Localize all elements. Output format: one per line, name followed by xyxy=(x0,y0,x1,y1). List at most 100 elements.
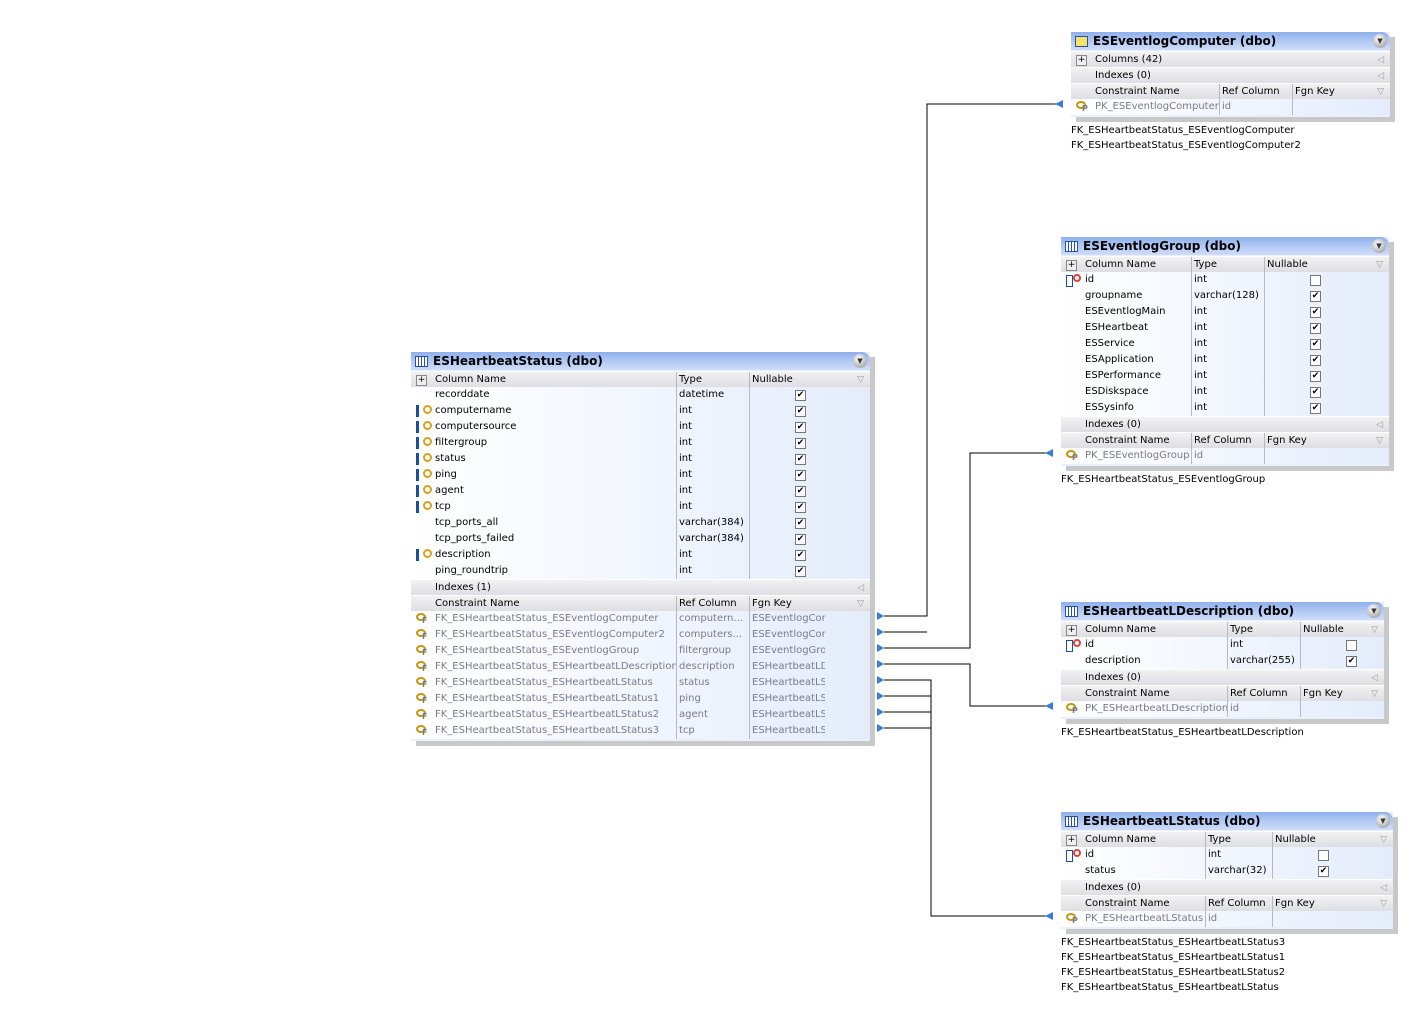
nullable-checkbox[interactable]: ✔ xyxy=(795,518,806,529)
nullable-checkbox[interactable]: ✔ xyxy=(795,406,806,417)
table-header[interactable]: ESEventlogComputer (dbo) ▼ xyxy=(1071,32,1390,50)
section-toggle-icon[interactable]: ▽ xyxy=(1376,257,1383,273)
collapse-toggle-icon[interactable]: ▼ xyxy=(1373,34,1387,48)
nullable-checkbox[interactable]: ✔ xyxy=(795,470,806,481)
column-header-name: Column Name xyxy=(1085,259,1156,270)
table-header[interactable]: ESHeartbeatLDescription (dbo) ▼ xyxy=(1061,602,1384,620)
table-icon xyxy=(1065,241,1078,252)
nullable-checkbox[interactable]: ✔ xyxy=(795,534,806,545)
nullable-checkbox[interactable]: ✔ xyxy=(795,486,806,497)
constraint-row: PK_ESHeartbeatLDescriptionid xyxy=(1061,701,1384,717)
relationship-source-arrow-icon xyxy=(877,676,884,684)
constraint-fgn-key: ESHeartbeatLSta... xyxy=(749,691,825,707)
collapse-toggle-icon[interactable]: ▼ xyxy=(1372,239,1386,253)
column-name: description xyxy=(1085,655,1141,666)
table-ESEventlogComputer[interactable]: ESEventlogComputer (dbo) ▼ + Columns (42) ◁ I… xyxy=(1071,32,1390,117)
nullable-checkbox[interactable] xyxy=(1318,850,1329,861)
expand-icon[interactable]: + xyxy=(1066,260,1077,271)
nullable-checkbox[interactable]: ✔ xyxy=(795,390,806,401)
column-row: description int ✔ xyxy=(411,547,870,563)
section-toggle-icon[interactable]: ▽ xyxy=(1371,686,1378,702)
nullable-checkbox[interactable]: ✔ xyxy=(1310,387,1321,398)
column-row: tcp int ✔ xyxy=(411,499,870,515)
section-toggle-icon[interactable]: ▽ xyxy=(1371,622,1378,638)
column-row: ESDiskspace int ✔ xyxy=(1061,384,1389,400)
section-toggle-icon[interactable]: ▽ xyxy=(1380,832,1387,848)
nullable-checkbox[interactable]: ✔ xyxy=(1310,403,1321,414)
constraint-ref-column: status xyxy=(676,675,748,691)
nullable-checkbox[interactable]: ✔ xyxy=(1346,656,1357,667)
section-toggle-icon[interactable]: ▽ xyxy=(1380,896,1387,912)
foreign-key-constraint-icon xyxy=(416,677,428,689)
constraint-row: FK_ESHeartbeatStatus_ESHeartbeatLStatus2… xyxy=(411,707,870,723)
nullable-checkbox[interactable]: ✔ xyxy=(1310,355,1321,366)
nullable-checkbox[interactable]: ✔ xyxy=(795,550,806,561)
table-ESEventlogGroup[interactable]: ESEventlogGroup (dbo) ▼ + Column Name Type Nu… xyxy=(1061,237,1389,466)
section-toggle-icon[interactable]: ◁ xyxy=(1377,52,1384,68)
constraint-name: PK_ESHeartbeatLStatus xyxy=(1085,913,1204,924)
expand-icon[interactable]: + xyxy=(1076,55,1087,66)
nullable-checkbox[interactable] xyxy=(1346,640,1357,651)
column-type: int xyxy=(676,499,692,515)
expand-icon[interactable]: + xyxy=(416,375,427,386)
table-ESHeartbeatLStatus[interactable]: ESHeartbeatLStatus (dbo) ▼ + Column Name Typ… xyxy=(1061,812,1393,929)
expand-icon[interactable]: + xyxy=(1066,835,1077,846)
constraint-name: FK_ESHeartbeatStatus_ESEventlogComputer2 xyxy=(435,629,665,640)
nullable-checkbox[interactable]: ✔ xyxy=(1318,866,1329,877)
section-toggle-icon[interactable]: ◁ xyxy=(1380,880,1387,896)
nullable-checkbox[interactable] xyxy=(1310,275,1321,286)
section-toggle-icon[interactable]: ◁ xyxy=(857,580,864,596)
column-name: status xyxy=(1085,865,1116,876)
table-header[interactable]: ESHeartbeatLStatus (dbo) ▼ xyxy=(1061,812,1393,830)
collapse-toggle-icon[interactable]: ▼ xyxy=(853,354,867,368)
column-name: recorddate xyxy=(435,389,490,400)
constraint-row: PK_ESEventlogGroupid xyxy=(1061,448,1389,464)
section-toggle-icon[interactable]: ▽ xyxy=(1376,433,1383,449)
relationship-target-arrow-icon xyxy=(1045,449,1053,457)
constraint-header-ref: Ref Column xyxy=(1227,686,1288,702)
section-toggle-icon[interactable]: ◁ xyxy=(1376,417,1383,433)
constraint-row: FK_ESHeartbeatStatus_ESHeartbeatLStatus s… xyxy=(411,675,870,691)
column-name: status xyxy=(435,453,466,464)
relationship-label: FK_ESHeartbeatStatus_ESHeartbeatLStatus2 xyxy=(1061,967,1286,978)
nullable-checkbox[interactable]: ✔ xyxy=(795,454,806,465)
collapse-toggle-icon[interactable]: ▼ xyxy=(1367,604,1381,618)
collapse-toggle-icon[interactable]: ▼ xyxy=(1376,814,1390,828)
column-row: agent int ✔ xyxy=(411,483,870,499)
column-type: int xyxy=(676,483,692,499)
column-row: tcp_ports_failed varchar(384) ✔ xyxy=(411,531,870,547)
foreign-key-constraint-icon xyxy=(416,645,428,657)
constraint-row: FK_ESHeartbeatStatus_ESEventlogComputer2… xyxy=(411,627,870,643)
nullable-checkbox[interactable]: ✔ xyxy=(1310,291,1321,302)
constraints-header-row: Constraint Name Ref Column Fgn Key ▽ xyxy=(1061,685,1384,702)
section-toggle-icon[interactable]: ▽ xyxy=(1377,84,1384,100)
section-toggle-icon[interactable]: ▽ xyxy=(857,372,864,388)
table-header[interactable]: ESEventlogGroup (dbo) ▼ xyxy=(1061,237,1389,255)
table-header[interactable]: ESHeartbeatStatus (dbo) ▼ xyxy=(411,352,870,370)
section-toggle-icon[interactable]: ◁ xyxy=(1371,670,1378,686)
indexes-summary: Indexes (0) xyxy=(1085,882,1141,893)
column-type: int xyxy=(1191,336,1207,352)
section-toggle-icon[interactable]: ▽ xyxy=(857,596,864,612)
relationship-label: FK_ESHeartbeatStatus_ESEventlogGroup xyxy=(1061,474,1266,485)
nullable-checkbox[interactable]: ✔ xyxy=(795,502,806,513)
section-toggle-icon[interactable]: ◁ xyxy=(1377,68,1384,84)
table-ESHeartbeatStatus[interactable]: ESHeartbeatStatus (dbo) ▼ + Column Name Type… xyxy=(411,352,870,741)
nullable-checkbox[interactable]: ✔ xyxy=(1310,307,1321,318)
column-name: ESHeartbeat xyxy=(1085,322,1149,333)
nullable-checkbox[interactable]: ✔ xyxy=(1310,339,1321,350)
nullable-checkbox[interactable]: ✔ xyxy=(795,566,806,577)
column-name: id xyxy=(1085,849,1095,860)
table-icon xyxy=(1065,816,1078,827)
nullable-checkbox[interactable]: ✔ xyxy=(795,438,806,449)
table-ESHeartbeatLDescription[interactable]: ESHeartbeatLDescription (dbo) ▼ + Column Na… xyxy=(1061,602,1384,719)
column-name: tcp_ports_failed xyxy=(435,533,515,544)
column-row: groupname varchar(128) ✔ xyxy=(1061,288,1389,304)
relationship-line xyxy=(884,103,1058,617)
expand-icon[interactable]: + xyxy=(1066,625,1077,636)
nullable-checkbox[interactable]: ✔ xyxy=(795,422,806,433)
nullable-checkbox[interactable]: ✔ xyxy=(1310,371,1321,382)
column-name: id xyxy=(1085,639,1095,650)
relationship-label: FK_ESHeartbeatStatus_ESHeartbeatLStatus1 xyxy=(1061,952,1286,963)
nullable-checkbox[interactable]: ✔ xyxy=(1310,323,1321,334)
